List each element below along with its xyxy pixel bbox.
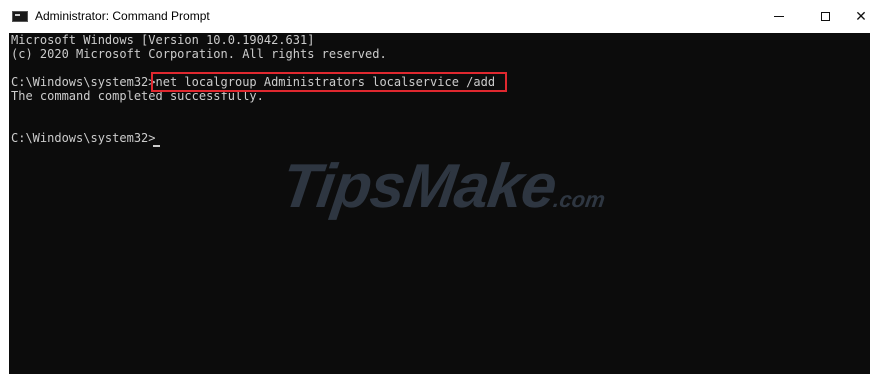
close-button[interactable]: ✕ (838, 0, 870, 33)
watermark-brand: TipsMake (277, 152, 561, 221)
command-prompt-window: Administrator: Command Prompt ✕ Microsof… (0, 0, 870, 374)
text-cursor (153, 145, 160, 147)
minimize-icon (774, 16, 784, 17)
watermark-logo: TipsMake.com (277, 151, 612, 222)
minimize-button[interactable] (756, 0, 802, 33)
console-line-copyright: (c) 2020 Microsoft Corporation. All righ… (11, 47, 387, 61)
console-output[interactable]: Microsoft Windows [Version 10.0.19042.63… (9, 33, 870, 374)
cmd-icon (12, 11, 28, 22)
command-highlight-box (151, 72, 507, 92)
title-bar[interactable]: Administrator: Command Prompt ✕ (0, 0, 870, 33)
console-line-prompt: C:\Windows\system32> (11, 131, 156, 145)
console-line-version: Microsoft Windows [Version 10.0.19042.63… (11, 33, 315, 47)
window-title: Administrator: Command Prompt (35, 9, 210, 23)
watermark-suffix: .com (551, 187, 607, 212)
maximize-icon (820, 12, 830, 21)
close-icon: ✕ (855, 8, 867, 25)
